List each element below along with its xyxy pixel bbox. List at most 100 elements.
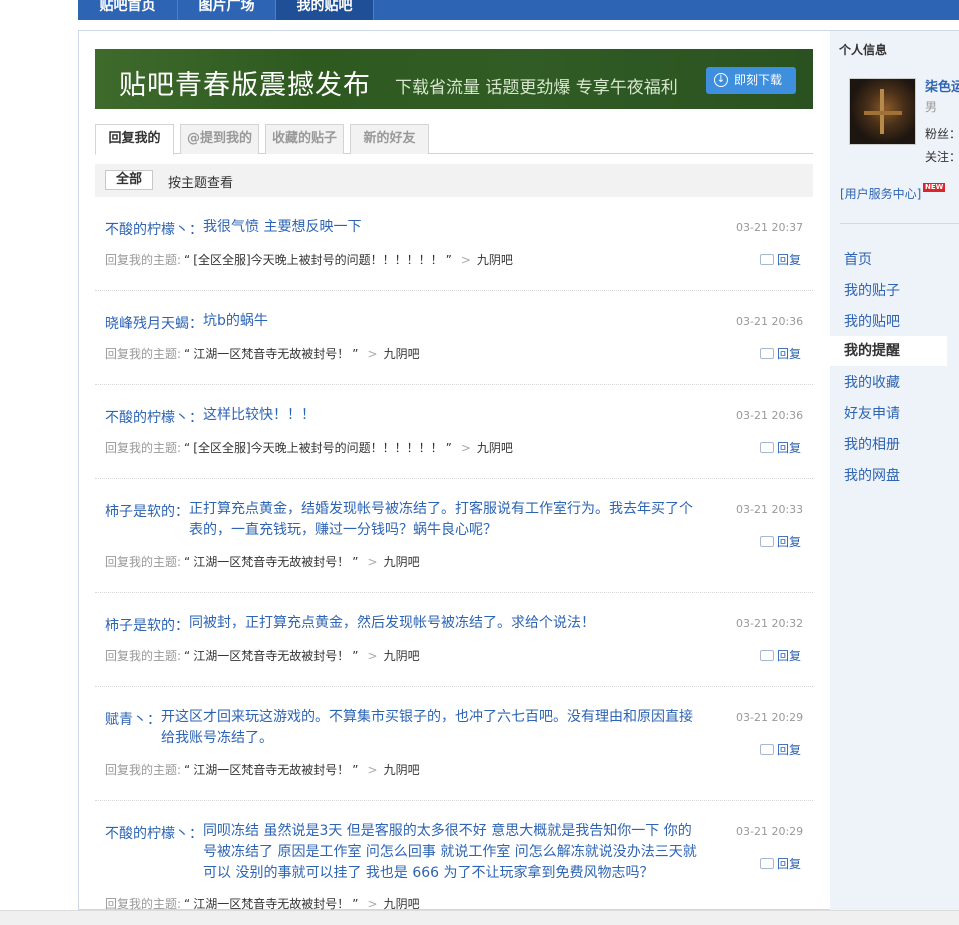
reply-author[interactable]: 不酸的柠檬丶： [105,219,203,239]
reply-meta: 回复我的主题: “江湖一区梵音寺无故被封号！” > 九阴吧 [105,553,420,570]
thread-link[interactable]: [全区全服]今天晚上被封号的问题！！！！！！ [193,253,442,267]
follow-label[interactable]: 关注： [925,148,959,165]
fans-label[interactable]: 粉丝： [925,125,959,142]
tab-replies-to-me[interactable]: 回复我的 [95,124,174,155]
reply-item: 不酸的柠檬丶： 同呗冻结 虽然说是3天 但是客服的太多很不好 意思大概就是我告知… [95,801,813,911]
reply-content[interactable]: 同呗冻结 虽然说是3天 但是客服的太多很不好 意思大概就是我告知你一下 你的号被… [203,821,705,884]
reply-item: 不酸的柠檬丶： 我很气愤 主要想反映一下 03-21 20:37 回复我的主题:… [95,197,813,291]
comment-bubble-icon [760,650,774,661]
reply-content[interactable]: 这样比较快！！！ [203,405,723,426]
reply-topic-label: 回复我的主题: [105,253,182,267]
reply-meta: 回复我的主题: “江湖一区梵音寺无故被封号！” > 九阴吧 [105,345,420,362]
reply-button[interactable]: 回复 [760,741,801,758]
reply-item: 柿子是软的： 同被封，正打算充点黄金，然后发现帐号被冻结了。求给个说法！ 03-… [95,593,813,687]
chevron-right-icon: > [367,347,378,361]
username-link[interactable]: 柒色运 [925,76,959,95]
comment-bubble-icon [760,254,774,265]
reply-author[interactable]: 赋青丶： [105,709,161,729]
reply-meta: 回复我的主题: “[全区全服]今天晚上被封号的问题！！！！！！” > 九阴吧 [105,251,513,268]
sidebar-item-my-netdisk[interactable]: 我的网盘 [844,465,900,485]
reply-time: 03-21 20:32 [736,617,804,630]
tab-saved-posts[interactable]: 收藏的贴子 [265,124,344,154]
reply-topic-label: 回复我的主题: [105,347,182,361]
tab-new-friends[interactable]: 新的好友 [350,124,429,154]
sidebar-item-friend-requests[interactable]: 好友申请 [844,403,900,423]
reply-item: 赋青丶： 开这区才回来玩这游戏的。不算集市买银子的，也冲了六七百吧。没有理由和原… [95,687,813,801]
comment-bubble-icon [760,348,774,359]
thread-link[interactable]: 江湖一区梵音寺无故被封号！ [193,763,349,777]
reply-topic-label: 回复我的主题: [105,649,182,663]
reply-time: 03-21 20:29 [736,711,804,724]
sidebar-item-my-favorites[interactable]: 我的收藏 [844,372,900,392]
quote-open: “ [184,253,191,267]
reply-content[interactable]: 坑b的蜗牛 [203,311,723,332]
download-button[interactable]: ↓ 即刻下载 [706,67,796,94]
bar-link[interactable]: 九阴吧 [384,555,420,569]
reply-item: 柿子是软的： 正打算充点黄金，结婚发现帐号被冻结了。打客服说有工作室行为。我去年… [95,479,813,593]
tab-tieba-home[interactable]: 贴吧首页 [78,0,178,20]
thread-link[interactable]: 江湖一区梵音寺无故被封号！ [193,555,349,569]
reply-button-label: 回复 [777,857,802,871]
sidebar-item-my-tieba[interactable]: 我的贴吧 [844,311,900,331]
sidebar-item-my-posts[interactable]: 我的贴子 [844,280,900,300]
sidebar-item-my-album[interactable]: 我的相册 [844,434,900,454]
filter-all-button[interactable]: 全部 [105,170,153,190]
reply-author[interactable]: 晓峰残月天蝎： [105,313,203,333]
chevron-right-icon: > [460,441,471,455]
bar-link[interactable]: 九阴吧 [477,441,513,455]
quote-close: ” [352,555,359,569]
reply-author[interactable]: 柿子是软的： [105,615,189,635]
avatar[interactable] [849,78,916,145]
thread-link[interactable]: 江湖一区梵音寺无故被封号！ [193,897,349,911]
chevron-right-icon: > [367,897,378,911]
user-service-center-link[interactable]: [用户服务中心] [840,185,921,202]
bar-link[interactable]: 九阴吧 [384,763,420,777]
reply-content[interactable]: 正打算充点黄金，结婚发现帐号被冻结了。打客服说有工作室行为。我去年买了个表的，一… [189,499,701,541]
reply-button[interactable]: 回复 [760,439,801,456]
reply-button[interactable]: 回复 [760,533,801,550]
avatar-image-detail [864,111,902,115]
profile-sidebar: 个人信息 柒色运 男 粉丝： 关注： [用户服务中心] NEW 首页 我的贴子 … [830,30,959,910]
reply-content[interactable]: 开这区才回来玩这游戏的。不算集市买银子的，也冲了六七百吧。没有理由和原因直接给我… [161,707,701,749]
reply-author[interactable]: 柿子是软的： [105,501,189,521]
reply-author[interactable]: 不酸的柠檬丶： [105,407,203,427]
reply-topic-label: 回复我的主题: [105,897,182,911]
reply-button[interactable]: 回复 [760,251,801,268]
reply-content[interactable]: 我很气愤 主要想反映一下 [203,217,723,238]
bar-link[interactable]: 九阴吧 [384,897,420,911]
thread-link[interactable]: 江湖一区梵音寺无故被封号！ [193,649,349,663]
reply-button-label: 回复 [777,441,802,455]
comment-bubble-icon [760,744,774,755]
quote-open: “ [184,555,191,569]
sidebar-item-my-notifications[interactable]: 我的提醒 [830,336,947,366]
reply-content[interactable]: 同被封，正打算充点黄金，然后发现帐号被冻结了。求给个说法！ [189,613,709,634]
filter-by-topic-link[interactable]: 按主题查看 [168,172,233,191]
quote-open: “ [184,347,191,361]
reply-button[interactable]: 回复 [760,855,801,872]
reply-button[interactable]: 回复 [760,345,801,362]
reply-button-label: 回复 [777,253,802,267]
promo-banner[interactable]: 贴吧青春版震撼发布 下载省流量 话题更劲爆 专享午夜福利 ↓ 即刻下载 [95,49,813,109]
horizontal-scrollbar[interactable] [0,910,959,925]
thread-link[interactable]: [全区全服]今天晚上被封号的问题！！！！！！ [193,441,442,455]
sidebar-item-home[interactable]: 首页 [844,249,872,269]
reply-topic-label: 回复我的主题: [105,441,182,455]
chevron-right-icon: > [367,649,378,663]
bar-link[interactable]: 九阴吧 [384,347,420,361]
reply-time: 03-21 20:29 [736,825,804,838]
reply-author[interactable]: 不酸的柠檬丶： [105,823,203,843]
tab-my-tieba[interactable]: 我的贴吧 [276,0,374,20]
tab-image-square[interactable]: 图片广场 [178,0,276,20]
quote-open: “ [184,897,191,911]
reply-time: 03-21 20:37 [736,221,804,234]
reply-button-label: 回复 [777,743,802,757]
reply-button[interactable]: 回复 [760,647,801,664]
bar-link[interactable]: 九阴吧 [384,649,420,663]
bar-link[interactable]: 九阴吧 [477,253,513,267]
quote-open: “ [184,649,191,663]
thread-link[interactable]: 江湖一区梵音寺无故被封号！ [193,347,349,361]
reply-time: 03-21 20:36 [736,315,804,328]
quote-close: ” [352,347,359,361]
reply-time: 03-21 20:36 [736,409,804,422]
tab-mentions[interactable]: @提到我的 [180,124,259,154]
